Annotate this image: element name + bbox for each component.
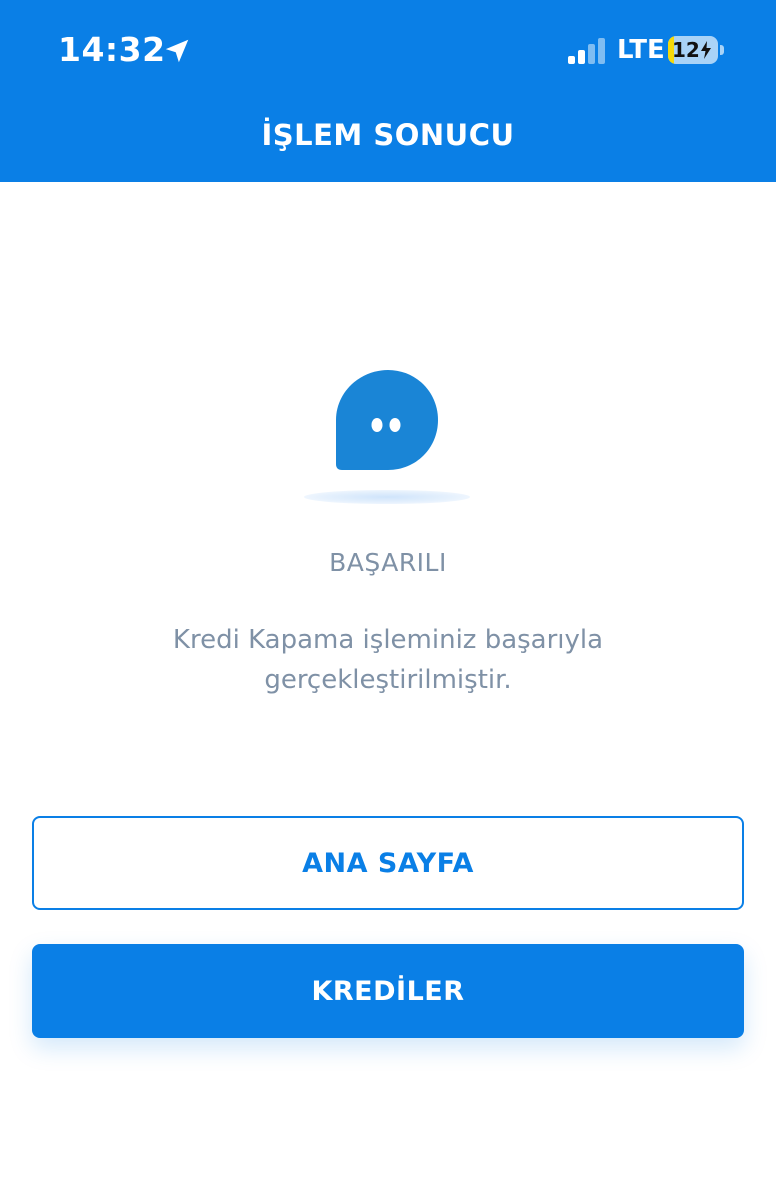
page-title: İŞLEM SONUCU — [261, 118, 515, 152]
result-message: Kredi Kapama işleminiz başarıyla gerçekl… — [172, 625, 604, 695]
battery-cap — [720, 45, 724, 55]
result-title: BAŞARILI — [329, 548, 447, 577]
battery-charging-icon — [701, 41, 711, 59]
loans-button[interactable]: KREDİLER — [32, 944, 744, 1038]
cellular-signal-icon — [568, 38, 605, 64]
top-bar: 14:32 LTE 12 İŞLEM SONUCU — [0, 0, 776, 182]
mascot-shadow — [304, 490, 470, 504]
location-arrow-icon — [165, 39, 189, 63]
status-bar: 14:32 LTE 12 — [0, 0, 776, 100]
status-time: 14:32 — [58, 30, 166, 69]
battery-indicator: 12 — [668, 36, 726, 66]
chat-bubble-mascot-icon — [336, 370, 438, 470]
home-button[interactable]: ANA SAYFA — [32, 816, 744, 910]
network-type: LTE — [617, 35, 665, 65]
battery-level: 12 — [672, 38, 700, 62]
